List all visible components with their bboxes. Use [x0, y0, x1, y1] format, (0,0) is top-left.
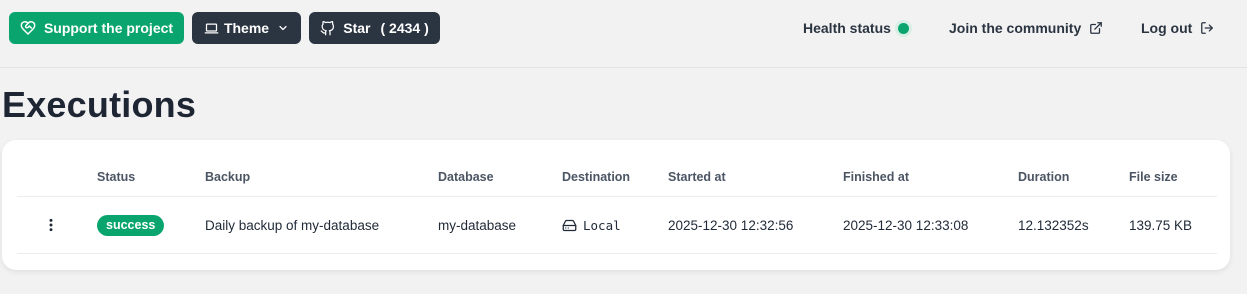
hard-drive-icon [562, 219, 577, 231]
column-header-file-size: File size [1129, 170, 1178, 184]
star-count: ( 2434 ) [380, 20, 429, 36]
finished-at-cell: 2025-12-30 12:33:08 [843, 217, 969, 233]
theme-label: Theme [223, 20, 270, 36]
column-header-finished-at: Finished at [843, 170, 909, 184]
file-size-cell: 139.75 KB [1129, 217, 1193, 233]
star-label: Star [343, 20, 371, 36]
support-project-label: Support the project [43, 20, 174, 36]
more-vertical-icon [49, 218, 53, 232]
log-out-label: Log out [1141, 20, 1193, 36]
github-star-button[interactable]: Star ( 2434 ) [309, 12, 440, 44]
log-out-icon [1201, 22, 1214, 34]
column-header-destination: Destination [562, 170, 631, 184]
column-header-duration: Duration [1018, 170, 1070, 184]
executions-table-card: Status Backup Database Destination Start… [2, 140, 1230, 270]
row-actions-menu-button[interactable] [43, 197, 59, 253]
column-header-status: Status [97, 170, 136, 184]
health-status-dot-icon [897, 22, 909, 34]
theme-dropdown-button[interactable]: Theme [192, 12, 301, 44]
log-out-button[interactable]: Log out [1141, 18, 1214, 38]
page-title: Executions [2, 84, 197, 125]
database-cell: my-database [438, 217, 517, 233]
table-row[interactable]: success Daily backup of my-database my-d… [17, 197, 1217, 254]
laptop-icon [204, 23, 219, 33]
column-header-database: Database [438, 170, 494, 184]
join-community-label: Join the community [949, 20, 1082, 36]
status-badge: success [97, 214, 165, 236]
backup-cell: Daily backup of my-database [205, 217, 380, 233]
column-header-backup: Backup [205, 170, 251, 184]
chevron-down-icon [279, 25, 287, 31]
github-icon [320, 20, 335, 35]
top-navigation-bar: Support the project Theme Star ( 2434 ) … [0, 0, 1247, 68]
duration-cell: 12.132352s [1018, 217, 1089, 233]
destination-label: Local [583, 217, 621, 233]
column-header-started-at: Started at [668, 170, 726, 184]
table-header: Status Backup Database Destination Start… [17, 158, 1217, 197]
support-project-button[interactable]: Support the project [9, 12, 184, 44]
destination-cell: Local [562, 197, 621, 253]
started-at-cell: 2025-12-30 12:32:56 [668, 217, 794, 233]
heart-handshake-icon [20, 21, 36, 35]
health-status-label: Health status [803, 20, 891, 36]
join-community-link[interactable]: Join the community [949, 18, 1103, 38]
status-cell: success [97, 197, 165, 253]
external-link-icon [1090, 22, 1103, 34]
health-status-indicator[interactable]: Health status [803, 18, 909, 38]
